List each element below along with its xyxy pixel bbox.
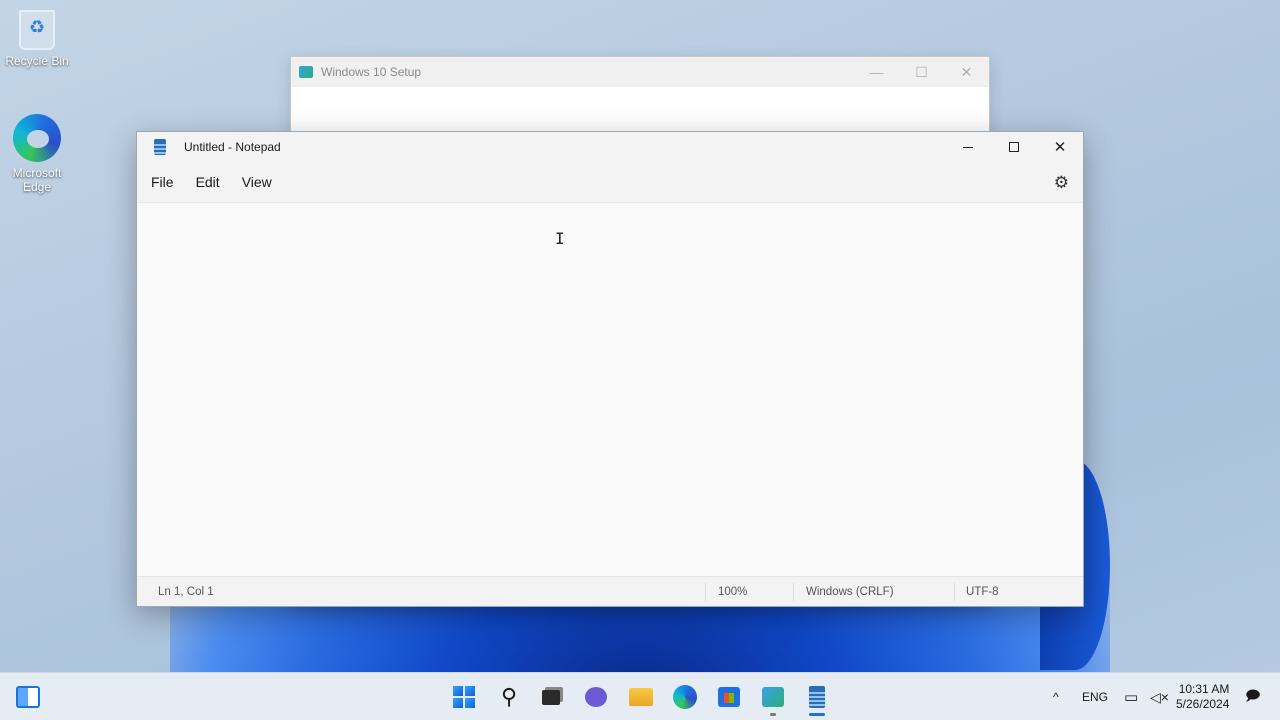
chat-icon — [585, 687, 607, 707]
notepad-icon — [809, 686, 825, 708]
notifications-button[interactable]: 🗩 — [1245, 673, 1261, 720]
taskbar: ⚲ ^ ENG ▭ ◁× 10:31 AM 5/26/2024 🗩 — [0, 672, 1280, 720]
language-indicator[interactable]: ENG — [1082, 673, 1108, 720]
setup-title-text: Windows 10 Setup — [321, 65, 422, 79]
setup-taskbar-button[interactable] — [759, 683, 787, 711]
maximize-button[interactable] — [991, 132, 1037, 162]
running-indicator — [770, 713, 776, 716]
status-bar: Ln 1, Col 1 100% Windows (CRLF) UTF-8 — [137, 576, 1083, 606]
recycle-bin-icon — [19, 10, 55, 50]
search-icon: ⚲ — [500, 684, 518, 709]
widgets-button[interactable] — [14, 683, 42, 711]
network-icon: ▭ — [1124, 689, 1139, 706]
chat-button[interactable] — [582, 683, 610, 711]
notepad-window[interactable]: Untitled - Notepad ✕ File Edit View ⚙ I … — [136, 131, 1084, 607]
edge-icon — [673, 685, 697, 709]
notepad-taskbar-button[interactable] — [803, 683, 831, 711]
desktop-icon-label: Microsoft Edge — [12, 166, 62, 194]
edge-icon — [13, 114, 61, 162]
cursor-position: Ln 1, Col 1 — [158, 586, 214, 598]
minimize-button[interactable] — [945, 132, 991, 162]
menu-edit[interactable]: Edit — [185, 168, 231, 196]
network-button[interactable]: ▭ — [1124, 673, 1138, 720]
desktop-icon-edge[interactable]: Microsoft Edge — [2, 114, 72, 194]
notification-icon: 🗩 — [1245, 687, 1261, 703]
setup-minimize-button[interactable]: — — [854, 57, 899, 87]
status-divider — [705, 583, 706, 601]
encoding: UTF-8 — [966, 586, 999, 598]
minimize-icon — [963, 146, 973, 148]
menu-file[interactable]: File — [140, 168, 185, 196]
notepad-titlebar[interactable]: Untitled - Notepad ✕ — [137, 132, 1083, 162]
chevron-up-icon: ^ — [1053, 690, 1059, 704]
close-icon: ✕ — [1053, 139, 1067, 156]
search-button[interactable]: ⚲ — [495, 683, 523, 711]
setup-icon — [762, 687, 784, 707]
clock-date: 5/26/2024 — [1176, 697, 1230, 711]
text-cursor-icon: I — [555, 229, 565, 248]
setup-maximize-button[interactable]: ☐ — [899, 57, 944, 87]
volume-muted-icon: ◁× — [1150, 688, 1169, 705]
desktop-icon-recycle-bin[interactable]: Recycle Bin — [2, 10, 72, 68]
task-view-button[interactable] — [537, 683, 565, 711]
file-explorer-button[interactable] — [627, 683, 655, 711]
widgets-icon — [16, 686, 40, 708]
close-button[interactable]: ✕ — [1037, 132, 1083, 162]
zoom-level: 100% — [718, 586, 748, 598]
status-divider — [793, 583, 794, 601]
status-divider — [954, 583, 955, 601]
windows-logo-icon — [453, 686, 475, 708]
text-editor-area[interactable]: I — [137, 202, 1083, 576]
clock-time: 10:31 AM — [1178, 682, 1230, 696]
line-ending: Windows (CRLF) — [806, 586, 894, 598]
active-indicator — [809, 713, 825, 716]
maximize-icon — [1009, 142, 1019, 152]
language-label: ENG — [1082, 690, 1109, 704]
menu-bar: File Edit View ⚙ — [137, 162, 1083, 202]
volume-button[interactable]: ◁× — [1150, 673, 1169, 720]
notepad-app-icon — [154, 139, 166, 155]
task-view-icon — [542, 689, 560, 705]
setup-close-button[interactable]: ✕ — [944, 57, 989, 87]
menu-view[interactable]: View — [231, 168, 283, 196]
start-button[interactable] — [450, 683, 478, 711]
desktop-icon-label: Recycle Bin — [5, 54, 69, 68]
store-button[interactable] — [715, 683, 743, 711]
folder-icon — [629, 688, 653, 706]
setup-app-icon — [299, 66, 313, 78]
notepad-title: Untitled - Notepad — [184, 140, 281, 154]
edge-taskbar-button[interactable] — [671, 683, 699, 711]
tray-overflow-button[interactable]: ^ — [1053, 673, 1059, 720]
store-icon — [718, 687, 740, 707]
settings-gear-icon[interactable]: ⚙ — [1054, 173, 1069, 193]
clock-button[interactable]: 10:31 AM 5/26/2024 — [1176, 673, 1229, 720]
